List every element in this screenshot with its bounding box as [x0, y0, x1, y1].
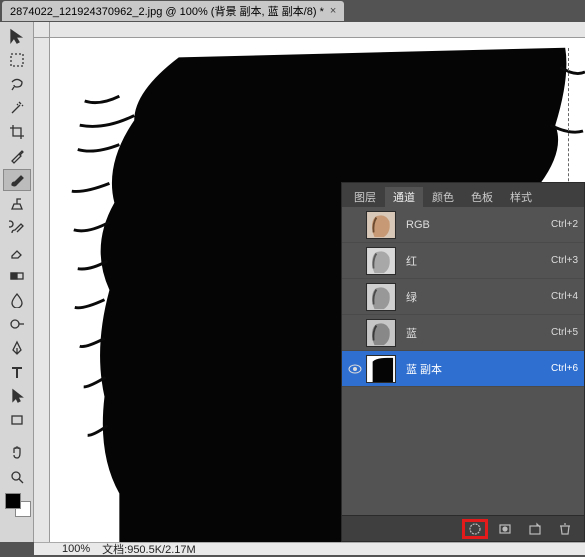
visibility-toggle[interactable] [344, 243, 366, 279]
tab-channels[interactable]: 通道 [385, 187, 423, 207]
channel-thumbnail[interactable] [366, 211, 396, 239]
visibility-toggle[interactable] [344, 315, 366, 351]
delete-channel-button[interactable] [552, 519, 578, 539]
dodge-tool[interactable] [3, 313, 31, 335]
status-zoom[interactable]: 100% [62, 543, 90, 555]
document-tab[interactable]: 2874022_121924370962_2.jpg @ 100% (背景 副本… [2, 1, 344, 21]
toolbox [0, 22, 34, 542]
visibility-toggle[interactable] [344, 207, 366, 243]
channel-row[interactable]: 红 Ctrl+3 [342, 243, 584, 279]
document-tab-bar: 2874022_121924370962_2.jpg @ 100% (背景 副本… [0, 0, 585, 22]
crop-tool[interactable] [3, 121, 31, 143]
eraser-tool[interactable] [3, 241, 31, 263]
save-selection-as-channel-button[interactable] [492, 519, 518, 539]
channel-thumbnail[interactable] [366, 319, 396, 347]
history-brush-tool[interactable] [3, 217, 31, 239]
channel-thumbnail[interactable] [366, 247, 396, 275]
eyedropper-tool[interactable] [3, 145, 31, 167]
channel-thumbnail[interactable] [366, 283, 396, 311]
brush-tool[interactable] [3, 169, 31, 191]
document-tab-title: 2874022_121924370962_2.jpg @ 100% (背景 副本… [10, 3, 324, 19]
channel-shortcut: Ctrl+4 [532, 291, 578, 302]
magic-wand-tool[interactable] [3, 97, 31, 119]
channel-label: 绿 [396, 289, 532, 305]
ruler-vertical[interactable] [34, 38, 50, 542]
tab-color[interactable]: 颜色 [424, 187, 462, 207]
path-select-tool[interactable] [3, 385, 31, 407]
foreground-swatch[interactable] [5, 493, 21, 509]
channel-thumbnail[interactable] [366, 355, 396, 383]
panel-tab-strip: 图层 通道 颜色 色板 样式 [342, 183, 584, 207]
load-channel-as-selection-button[interactable] [462, 519, 488, 539]
channel-shortcut: Ctrl+3 [532, 255, 578, 266]
channel-label: 红 [396, 253, 532, 269]
color-swatches[interactable] [3, 493, 31, 517]
hand-tool[interactable] [3, 442, 31, 464]
tab-layers[interactable]: 图层 [346, 187, 384, 207]
ruler-corner [34, 22, 50, 38]
channel-label: 蓝 [396, 325, 532, 341]
visibility-toggle[interactable] [344, 279, 366, 315]
channel-label: RGB [396, 219, 532, 231]
blur-tool[interactable] [3, 289, 31, 311]
channel-shortcut: Ctrl+2 [532, 219, 578, 230]
channel-shortcut: Ctrl+6 [532, 363, 578, 374]
ruler-horizontal[interactable] [50, 22, 585, 38]
tab-styles[interactable]: 样式 [502, 187, 540, 207]
channel-row[interactable]: 蓝 Ctrl+5 [342, 315, 584, 351]
channels-panel: 图层 通道 颜色 色板 样式 RGB Ctrl+2 红 Ctrl+3 绿 Ctr… [341, 182, 585, 542]
type-tool[interactable] [3, 361, 31, 383]
pen-tool[interactable] [3, 337, 31, 359]
move-tool[interactable] [3, 25, 31, 47]
tab-swatches[interactable]: 色板 [463, 187, 501, 207]
lasso-tool[interactable] [3, 73, 31, 95]
visibility-toggle[interactable] [344, 351, 366, 387]
channel-shortcut: Ctrl+5 [532, 327, 578, 338]
channel-row[interactable]: 绿 Ctrl+4 [342, 279, 584, 315]
status-bar: 100% 文档:950.5K/2.17M [34, 542, 585, 555]
channels-list: RGB Ctrl+2 红 Ctrl+3 绿 Ctrl+4 蓝 Ctrl+5 蓝 … [342, 207, 584, 515]
channel-label: 蓝 副本 [396, 361, 532, 377]
zoom-tool[interactable] [3, 466, 31, 488]
close-icon[interactable]: × [330, 5, 336, 17]
gradient-tool[interactable] [3, 265, 31, 287]
channel-row[interactable]: 蓝 副本 Ctrl+6 [342, 351, 584, 387]
panel-footer [342, 515, 584, 541]
shape-tool[interactable] [3, 409, 31, 431]
clone-stamp-tool[interactable] [3, 193, 31, 215]
marquee-tool[interactable] [3, 49, 31, 71]
channel-row[interactable]: RGB Ctrl+2 [342, 207, 584, 243]
new-channel-button[interactable] [522, 519, 548, 539]
